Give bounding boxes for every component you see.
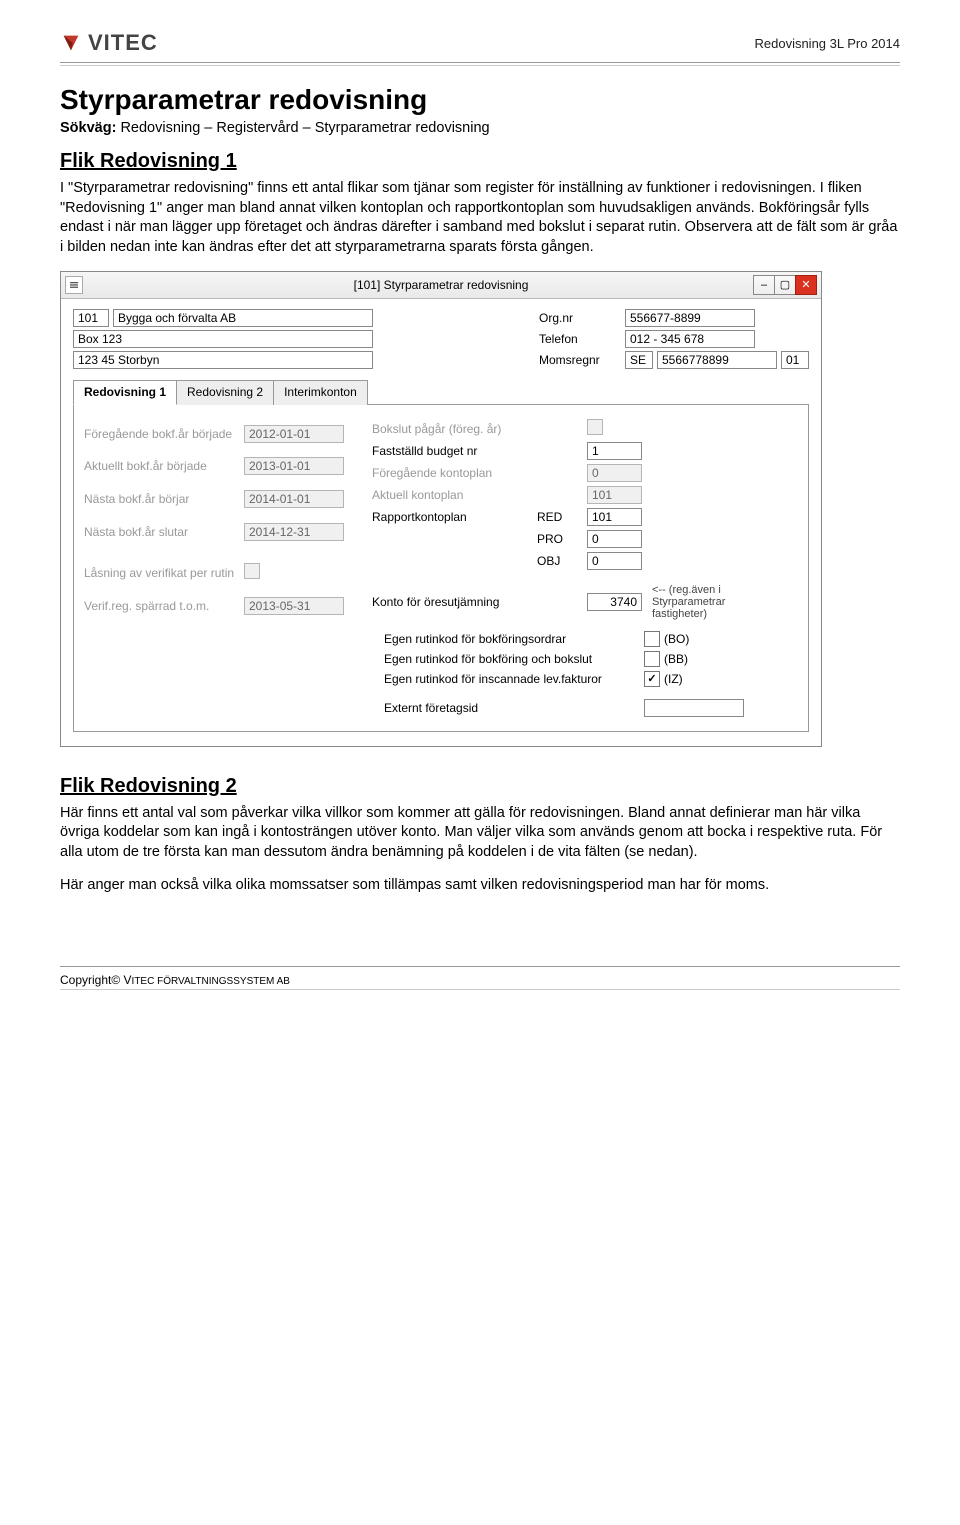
footer-rule (60, 989, 900, 990)
rapportkontoplan-obj-label: OBJ (537, 554, 587, 568)
rutinkod-bb-label: Egen rutinkod för bokföring och bokslut (384, 652, 644, 666)
lock-verifikat-label: Låsning av verifikat per rutin (84, 566, 244, 580)
company-zipcity-field[interactable]: 123 45 Storbyn (73, 351, 373, 369)
next-year-start-field: 2014-01-01 (244, 490, 344, 508)
moms-suffix-field[interactable]: 01 (781, 351, 809, 369)
bokslut-ongoing-label: Bokslut pågår (föreg. år) (372, 422, 537, 436)
rutinkod-bo-checkbox[interactable] (644, 631, 660, 647)
verifreg-locked-field: 2013-05-31 (244, 597, 344, 615)
logo-icon (60, 32, 82, 54)
sokvag-label: Sökväg: (60, 120, 116, 136)
lock-verifikat-checkbox (244, 563, 260, 579)
sokvag-line: Sökväg: Redovisning – Registervård – Sty… (60, 120, 900, 136)
next-year-start-label: Nästa bokf.år börjar (84, 492, 244, 506)
prev-year-start-field: 2012-01-01 (244, 425, 344, 443)
brand-logo: VITEC (60, 30, 158, 56)
tab-interimkonton[interactable]: Interimkonton (273, 380, 368, 405)
next-year-end-label: Nästa bokf.år slutar (84, 525, 244, 539)
section-2-heading: Flik Redovisning 2 (60, 775, 900, 798)
rapportkontoplan-pro-label: PRO (537, 532, 587, 546)
orgnr-field[interactable]: 556677-8899 (625, 309, 755, 327)
app-window: [101] Styrparametrar redovisning – ▢ ✕ 1… (60, 271, 822, 746)
copyright-pre: Copyright© V (60, 973, 132, 987)
rutinkod-iz-code: (IZ) (664, 672, 704, 686)
ores-konto-label: Konto för öresutjämning (372, 595, 537, 609)
close-button[interactable]: ✕ (795, 275, 817, 295)
header-rule (60, 65, 900, 66)
ores-konto-field[interactable]: 3740 (587, 593, 642, 611)
telefon-label: Telefon (539, 332, 619, 346)
ores-konto-note: <-- (reg.även i Styrparametrar fastighet… (652, 584, 762, 620)
tab-redovisning-2[interactable]: Redovisning 2 (176, 380, 274, 405)
verifreg-locked-label: Verif.reg. spärrad t.o.m. (84, 599, 244, 613)
momsregnr-label: Momsregnr (539, 353, 619, 367)
rapportkontoplan-obj-field[interactable]: 0 (587, 552, 642, 570)
tab-bar: Redovisning 1 Redovisning 2 Interimkonto… (73, 379, 809, 405)
budget-nr-label: Fastställd budget nr (372, 444, 537, 458)
rutinkod-bb-code: (BB) (664, 652, 704, 666)
prev-kontoplan-label: Föregående kontoplan (372, 466, 537, 480)
rapportkontoplan-label: Rapportkontoplan (372, 510, 537, 524)
section-1-heading: Flik Redovisning 1 (60, 150, 900, 173)
rutinkod-bo-label: Egen rutinkod för bokföringsordrar (384, 632, 644, 646)
sokvag-value: Redovisning – Registervård – Styrparamet… (120, 120, 489, 136)
copyright-sc: itec förvaltningssystem ab (132, 976, 290, 987)
current-kontoplan-label: Aktuell kontoplan (372, 488, 537, 502)
section-2-text: Här finns ett antal val som påverkar vil… (60, 804, 900, 863)
page-header: VITEC Redovisning 3L Pro 2014 (60, 30, 900, 63)
moms-number-field[interactable]: 5566778899 (657, 351, 777, 369)
telefon-field[interactable]: 012 - 345 678 (625, 330, 755, 348)
current-kontoplan-field: 101 (587, 486, 642, 504)
section-1-text: I "Styrparametrar redovisning" finns ett… (60, 179, 900, 257)
tab-panel-redovisning-1: Föregående bokf.år började 2012-01-01 Ak… (73, 405, 809, 731)
window-menu-icon[interactable] (65, 276, 83, 294)
rapportkontoplan-pro-field[interactable]: 0 (587, 530, 642, 548)
bokslut-ongoing-checkbox (587, 419, 603, 435)
budget-nr-field[interactable]: 1 (587, 442, 642, 460)
moms-country-field[interactable]: SE (625, 351, 653, 369)
rutinkod-iz-label: Egen rutinkod för inscannade lev.fakturo… (384, 672, 644, 686)
doc-title: Styrparametrar redovisning (60, 84, 900, 116)
rutinkod-iz-checkbox[interactable]: ✓ (644, 671, 660, 687)
page-footer: Copyright© Vitec förvaltningssystem ab (60, 966, 900, 987)
window-title: [101] Styrparametrar redovisning (61, 278, 821, 292)
brand-name: VITEC (88, 30, 158, 56)
next-year-end-field: 2014-12-31 (244, 523, 344, 541)
minimize-button[interactable]: – (753, 275, 775, 295)
externt-foretagsid-field[interactable] (644, 699, 744, 717)
tab-redovisning-1[interactable]: Redovisning 1 (73, 380, 177, 405)
company-id-field[interactable]: 101 (73, 309, 109, 327)
section-2-text-b: Här anger man också vilka olika momssats… (60, 876, 900, 896)
company-box-field[interactable]: Box 123 (73, 330, 373, 348)
prev-year-start-label: Föregående bokf.år började (84, 427, 244, 441)
externt-foretagsid-label: Externt företagsid (384, 701, 644, 715)
rapportkontoplan-red-field[interactable]: 101 (587, 508, 642, 526)
window-titlebar: [101] Styrparametrar redovisning – ▢ ✕ (61, 272, 821, 299)
current-year-start-field: 2013-01-01 (244, 457, 344, 475)
rapportkontoplan-red-label: RED (537, 510, 587, 524)
maximize-button[interactable]: ▢ (774, 275, 796, 295)
prev-kontoplan-field: 0 (587, 464, 642, 482)
header-product: Redovisning 3L Pro 2014 (754, 36, 900, 51)
rutinkod-bo-code: (BO) (664, 632, 704, 646)
rutinkod-bb-checkbox[interactable] (644, 651, 660, 667)
company-name-field[interactable]: Bygga och förvalta AB (113, 309, 373, 327)
current-year-start-label: Aktuellt bokf.år började (84, 459, 244, 473)
orgnr-label: Org.nr (539, 311, 619, 325)
